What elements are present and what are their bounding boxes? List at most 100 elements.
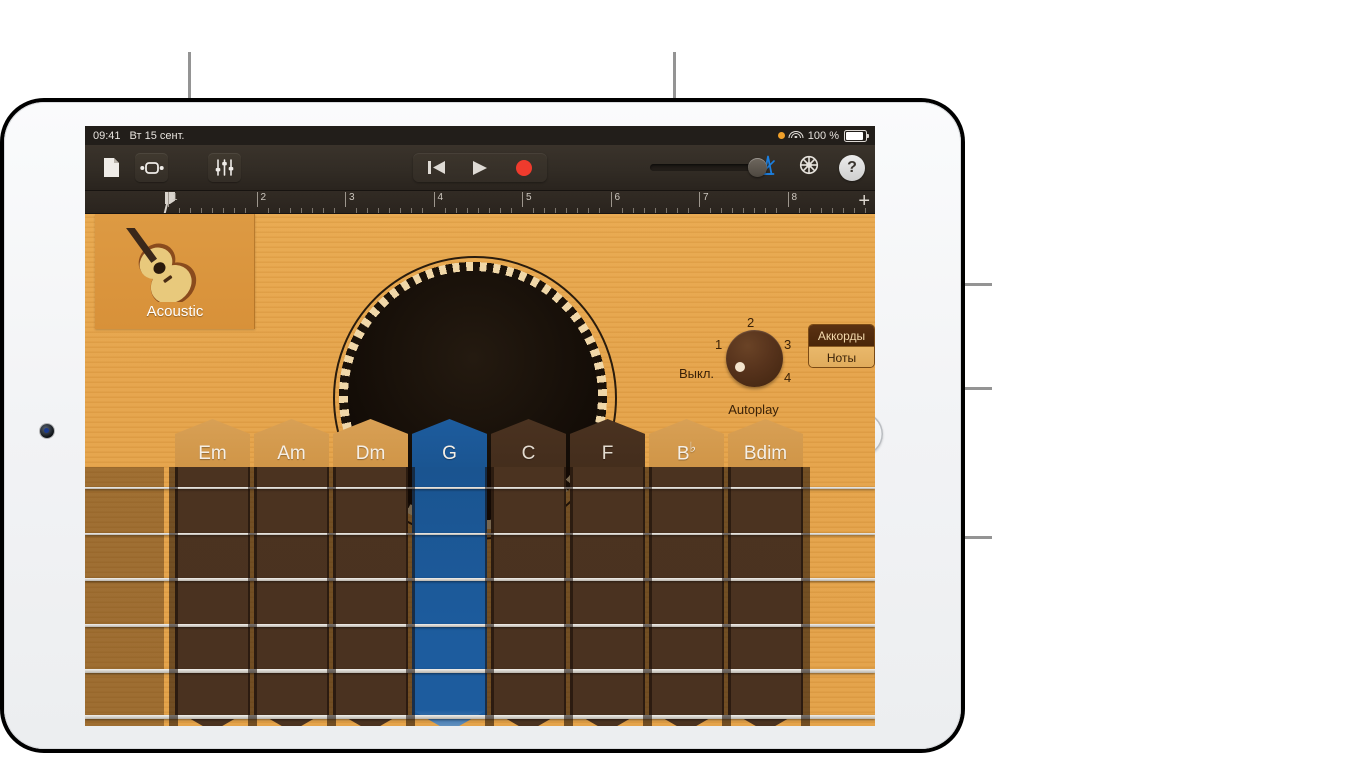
- chord-button-C[interactable]: C: [491, 419, 566, 472]
- ruler-tick: [466, 208, 468, 213]
- autoplay-knob[interactable]: [726, 330, 783, 387]
- help-button[interactable]: ?: [839, 154, 865, 181]
- chord-column-F[interactable]: F: [568, 414, 647, 726]
- chord-column-foot: [333, 710, 408, 726]
- tracks-view-icon[interactable]: [135, 153, 168, 182]
- autoplay-label-1[interactable]: 1: [715, 337, 722, 352]
- chord-column-foot: [649, 710, 724, 726]
- ruler-bar-5: 5: [522, 192, 532, 207]
- chord-column-foot: [491, 710, 566, 726]
- chord-strum-area[interactable]: [175, 467, 250, 718]
- ruler-tick: [665, 208, 667, 213]
- chord-strum-area[interactable]: [491, 467, 566, 718]
- ruler-bar-7: 7: [699, 192, 709, 207]
- volume-slider-knob[interactable]: [748, 157, 767, 177]
- chord-label: Dm: [355, 443, 386, 464]
- ruler-bar-3: 3: [345, 192, 355, 207]
- timeline-ruler[interactable]: 1 2 3 4 5 6 7 8 +: [85, 191, 875, 214]
- chord-column-Dm[interactable]: Dm: [331, 414, 410, 726]
- ruler-tick: [422, 208, 424, 213]
- chord-button-Bdim[interactable]: Bdim: [728, 419, 803, 472]
- chord-label: G: [442, 443, 457, 464]
- ruler-tick: [842, 208, 844, 213]
- ruler-tick: [776, 208, 778, 213]
- ruler-tick: [411, 208, 413, 213]
- chord-strum-area[interactable]: [412, 467, 487, 718]
- chord-column-C[interactable]: C: [489, 414, 568, 726]
- ruler-bar-6: 6: [610, 192, 621, 207]
- autoplay-label-3[interactable]: 3: [784, 337, 791, 352]
- instrument-name-label: Acoustic: [146, 303, 204, 320]
- chord-strum-area[interactable]: [333, 467, 408, 718]
- mixer-sliders-icon[interactable]: [208, 153, 241, 182]
- camera-icon: [40, 424, 54, 438]
- gear-icon[interactable]: [797, 153, 821, 182]
- chord-column-Em[interactable]: Em: [173, 414, 252, 726]
- ruler-tick: [488, 208, 490, 213]
- ruler-bar-1: 1: [168, 192, 178, 207]
- tab-notes[interactable]: Ноты: [809, 346, 874, 367]
- chord-button-G[interactable]: G: [412, 419, 487, 472]
- ruler-tick: [643, 208, 645, 213]
- ruler-tick: [212, 208, 214, 213]
- ruler-tick: [179, 208, 181, 213]
- ruler-tick: [831, 208, 833, 213]
- ruler-tick: [289, 208, 291, 213]
- transport-controls: [413, 153, 547, 182]
- tab-chords[interactable]: Аккорды: [809, 325, 874, 346]
- autoplay-label-4[interactable]: 4: [784, 370, 791, 385]
- ruler-tick: [234, 208, 236, 213]
- document-icon[interactable]: [95, 153, 128, 182]
- chord-column-Am[interactable]: Am: [252, 414, 331, 726]
- autoplay-label-off[interactable]: Выкл.: [679, 366, 714, 381]
- guitar-instrument-area: Acoustic Выкл. 1 2 3 4 Autoplay Аккорды …: [85, 214, 875, 726]
- chord-strum-area[interactable]: [570, 467, 645, 718]
- orange-dot-icon: [777, 132, 785, 139]
- wifi-icon: [788, 130, 804, 141]
- chord-button-Dm[interactable]: Dm: [333, 419, 408, 472]
- chord-button-F[interactable]: F: [570, 419, 645, 472]
- ruler-tick: [621, 208, 623, 213]
- ruler-tick: [743, 208, 745, 213]
- status-time: 09:41: [93, 129, 121, 142]
- chord-strum-area[interactable]: [649, 467, 724, 718]
- play-icon[interactable]: [459, 155, 501, 180]
- ruler-tick: [455, 208, 457, 213]
- ruler-bar-8: 8: [787, 192, 798, 207]
- chord-button-B♭[interactable]: B♭: [649, 419, 724, 472]
- chord-column-Bdim[interactable]: Bdim: [726, 414, 805, 726]
- toolbar-right-group: ?: [757, 153, 865, 182]
- ruler-tick: [721, 208, 723, 213]
- ruler-tick: [754, 208, 756, 213]
- chord-strip: Em Am Dm G C F B♭ Bdim: [85, 414, 875, 726]
- chord-button-Am[interactable]: Am: [254, 419, 329, 472]
- ruler-tick: [566, 208, 568, 213]
- ruler-tick: [267, 208, 269, 213]
- chord-label: C: [521, 443, 536, 464]
- status-bar: 09:41 Вт 15 сент. 100 %: [85, 126, 875, 145]
- record-icon[interactable]: [503, 155, 545, 180]
- ruler-tick: [588, 208, 590, 213]
- ruler-tick: [378, 208, 380, 213]
- ruler-tick: [654, 208, 656, 213]
- status-date: Вт 15 сент.: [129, 129, 185, 142]
- ruler-tick: [190, 208, 192, 213]
- chord-accidental: ♭: [689, 438, 697, 455]
- chord-strum-area[interactable]: [254, 467, 329, 718]
- rewind-to-start-icon[interactable]: [415, 155, 457, 180]
- master-volume-slider[interactable]: [650, 157, 767, 177]
- battery-icon: [844, 129, 870, 142]
- status-bar-right: 100 %: [777, 129, 870, 142]
- chord-button-Em[interactable]: Em: [175, 419, 250, 472]
- instrument-selector-tile[interactable]: Acoustic: [95, 214, 255, 329]
- chord-column-B♭[interactable]: B♭: [647, 414, 726, 726]
- ruler-tick: [278, 208, 280, 213]
- chord-strum-area[interactable]: [728, 467, 803, 718]
- add-track-button[interactable]: +: [858, 191, 870, 211]
- autoplay-label-2[interactable]: 2: [747, 315, 754, 330]
- ruler-tick: [367, 208, 369, 213]
- chord-column-G[interactable]: G: [410, 414, 489, 726]
- chord-column-foot: [570, 710, 645, 726]
- ruler-tick: [853, 208, 855, 213]
- status-bar-left: 09:41 Вт 15 сент.: [93, 130, 184, 142]
